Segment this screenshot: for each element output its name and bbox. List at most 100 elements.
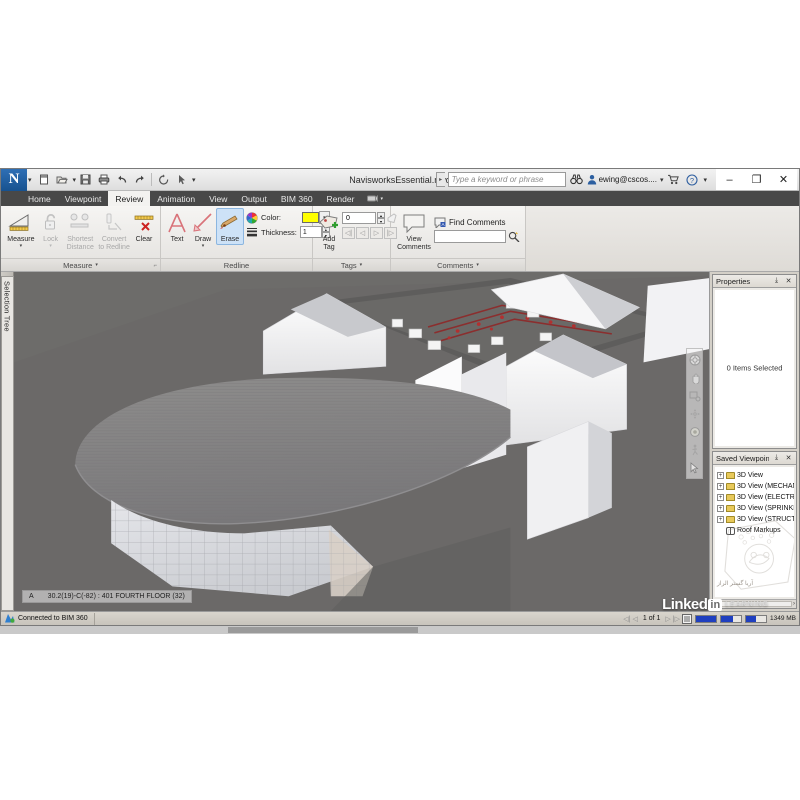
saved-viewpoints-body[interactable]: + 3D View + 3D View (MECHANIC + bbox=[715, 467, 794, 597]
steering-wheel-icon[interactable] bbox=[688, 353, 701, 366]
text-button[interactable]: Text bbox=[164, 208, 190, 244]
ribbon-display-options-button[interactable]: ▾ bbox=[361, 191, 389, 206]
tab-review[interactable]: Review bbox=[108, 191, 151, 206]
draw-button[interactable]: Draw ▾ bbox=[190, 208, 216, 249]
find-search-icon[interactable] bbox=[508, 231, 520, 242]
refresh-icon[interactable] bbox=[155, 171, 172, 188]
undo-icon[interactable] bbox=[113, 171, 130, 188]
tab-view[interactable]: View bbox=[202, 191, 234, 206]
expander-icon[interactable]: + bbox=[717, 483, 724, 490]
save-icon[interactable] bbox=[77, 171, 94, 188]
saved-viewpoints-close-icon[interactable]: ✕ bbox=[784, 454, 793, 462]
measure-dialog-launcher[interactable]: ⌐ bbox=[153, 263, 157, 269]
expander-icon[interactable]: + bbox=[717, 494, 724, 501]
scroll-thumb[interactable] bbox=[717, 601, 792, 607]
sheet-pager: ◁| ◁ 1 of 1 ▷ |▷ bbox=[623, 613, 692, 624]
search-binoculars-icon[interactable] bbox=[569, 172, 584, 187]
saved-viewpoints-pin-icon[interactable]: ⤓ bbox=[772, 454, 781, 462]
orbit-icon[interactable] bbox=[688, 407, 701, 420]
application-menu-button[interactable]: N bbox=[1, 168, 27, 191]
ribbon-panel-comments: View Comments A Find Comments Comments ▾ bbox=[391, 206, 526, 271]
view-comments-button[interactable]: View Comments bbox=[394, 208, 434, 251]
list-item[interactable]: + 3D View (MECHANIC bbox=[717, 481, 794, 492]
help-icon[interactable]: ? bbox=[684, 172, 699, 187]
bim360-connection-status[interactable]: Connected to BIM 360 bbox=[4, 612, 95, 625]
tab-render[interactable]: Render bbox=[320, 191, 362, 206]
pager-last-icon[interactable]: |▷ bbox=[673, 615, 680, 623]
zoom-window-icon[interactable] bbox=[688, 389, 701, 402]
walk-icon[interactable] bbox=[688, 443, 701, 456]
search-expand-caret-icon[interactable]: ▸ bbox=[435, 172, 445, 187]
draw-caret-icon[interactable]: ▾ bbox=[202, 244, 205, 249]
properties-pin-icon[interactable]: ⤓ bbox=[772, 277, 781, 285]
pager-next-icon[interactable]: ▷ bbox=[665, 615, 670, 623]
lock-icon bbox=[41, 210, 61, 236]
shortest-distance-button[interactable]: Shortest Distance bbox=[63, 208, 97, 252]
select-cursor-icon[interactable] bbox=[173, 171, 190, 188]
measure-panel-title[interactable]: Measure ▾ bbox=[1, 258, 160, 271]
open-icon[interactable] bbox=[54, 171, 71, 188]
close-button[interactable]: ✕ bbox=[770, 169, 797, 190]
pager-first-icon[interactable]: ◁| bbox=[623, 615, 630, 623]
list-item[interactable]: + 3D View (SPRINKLEF bbox=[717, 503, 794, 514]
comments-panel-title[interactable]: Comments ▾ bbox=[391, 258, 525, 271]
measure-caret-icon[interactable]: ▾ bbox=[20, 244, 23, 249]
restore-button[interactable]: ❐ bbox=[743, 169, 770, 190]
help-caret-icon[interactable]: ▾ bbox=[703, 176, 707, 184]
tag-next-button[interactable]: ▷ bbox=[370, 227, 383, 239]
lock-button[interactable]: Lock ▾ bbox=[38, 208, 63, 249]
lock-caret-icon[interactable]: ▾ bbox=[49, 244, 52, 249]
tab-bim360[interactable]: BIM 360 bbox=[274, 191, 320, 206]
new-icon[interactable] bbox=[36, 171, 53, 188]
add-tag-button[interactable]: Add Tag bbox=[316, 208, 342, 251]
properties-close-icon[interactable]: ✕ bbox=[784, 277, 793, 285]
list-item[interactable]: + 3D View bbox=[717, 470, 792, 481]
viewpoints-horizontal-scrollbar[interactable]: ‹ › bbox=[713, 599, 796, 608]
tab-home[interactable]: Home bbox=[21, 191, 58, 206]
list-item[interactable]: + 3D View (ELECTRICA bbox=[717, 492, 794, 503]
pan-icon[interactable] bbox=[688, 371, 701, 384]
qat-more-caret-icon[interactable]: ▾ bbox=[192, 176, 196, 184]
cart-icon[interactable] bbox=[666, 172, 681, 187]
erase-button[interactable]: Erase bbox=[216, 208, 244, 245]
list-item[interactable]: + 3D View (STRUCTUR bbox=[717, 514, 794, 525]
tag-counter-input[interactable]: 0 bbox=[342, 212, 376, 224]
scroll-right-arrow-icon[interactable]: › bbox=[793, 601, 795, 607]
user-caret-icon[interactable]: ▾ bbox=[660, 176, 664, 184]
print-icon[interactable] bbox=[95, 171, 112, 188]
pager-prev-icon[interactable]: ◁ bbox=[632, 615, 637, 623]
expander-icon[interactable]: + bbox=[717, 505, 724, 512]
minimize-button[interactable]: – bbox=[716, 169, 743, 190]
clear-button[interactable]: Clear bbox=[131, 208, 157, 244]
look-around-icon[interactable] bbox=[688, 425, 701, 438]
properties-body[interactable]: 0 Items Selected bbox=[715, 290, 794, 446]
redo-icon[interactable] bbox=[131, 171, 148, 188]
convert-to-redline-button[interactable]: Convert to Redline bbox=[97, 208, 131, 252]
page-scroll-thumb[interactable] bbox=[228, 627, 418, 633]
select-cursor-icon[interactable] bbox=[688, 461, 701, 474]
sidebar-item-selection-tree[interactable]: Selection Tree bbox=[0, 276, 14, 611]
tag-first-button[interactable]: ◁| bbox=[342, 227, 355, 239]
user-account-button[interactable]: ewing@cscos.... ▾ bbox=[587, 174, 664, 185]
tab-output[interactable]: Output bbox=[234, 191, 274, 206]
search-input[interactable]: Type a keyword or phrase bbox=[447, 172, 566, 187]
scroll-left-arrow-icon[interactable]: ‹ bbox=[714, 601, 716, 607]
saved-viewpoints-header: Saved Viewpoints ⤓ ✕ bbox=[713, 452, 796, 465]
find-comments-row[interactable]: A Find Comments bbox=[434, 214, 520, 228]
open-caret-icon[interactable]: ▾ bbox=[73, 176, 77, 184]
find-comments-input[interactable] bbox=[434, 230, 506, 243]
expander-icon[interactable]: + bbox=[717, 472, 724, 479]
tab-animation[interactable]: Animation bbox=[150, 191, 202, 206]
tab-viewpoint[interactable]: Viewpoint bbox=[58, 191, 109, 206]
3d-viewport[interactable]: DO NOT MAKE THIS SHINGLES A 30.2(19)-C(-… bbox=[14, 272, 709, 611]
sheet-browser-icon[interactable] bbox=[681, 613, 692, 624]
tags-panel-title[interactable]: Tags ▾ bbox=[313, 258, 390, 271]
status-bar: Connected to BIM 360 ◁| ◁ 1 of 1 ▷ |▷ 13… bbox=[1, 596, 799, 625]
page-horizontal-scrollbar[interactable] bbox=[0, 626, 800, 634]
tag-prev-button[interactable]: ◁ bbox=[356, 227, 369, 239]
expander-icon[interactable]: + bbox=[717, 516, 724, 523]
measure-button[interactable]: Measure ▾ bbox=[4, 208, 38, 249]
list-item[interactable]: Roof Markups bbox=[717, 525, 792, 536]
tag-counter-spinner[interactable]: ▴ ▾ bbox=[377, 212, 385, 224]
ribbon-panel-area: Measure ▾ Lock ▾ Shortest Distance Conve… bbox=[1, 206, 799, 272]
